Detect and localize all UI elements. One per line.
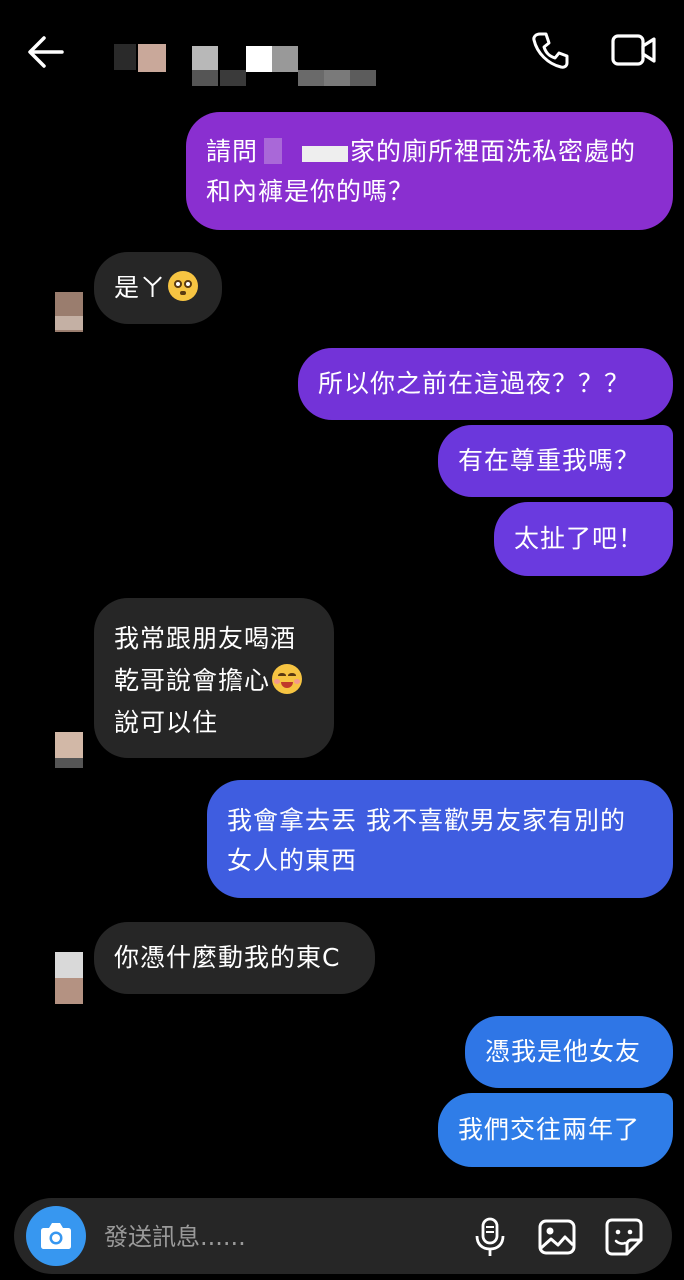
message-bubble-outgoing[interactable]: 有在尊重我嗎？ xyxy=(438,425,673,497)
message-bubble-incoming[interactable]: 我常跟朋友喝酒 乾哥說會擔心 說可以住 xyxy=(94,598,334,758)
message-bubble-outgoing[interactable]: 請問 家的廁所裡面洗私密處的 和內褲是你的嗎？ xyxy=(186,112,673,230)
chat-header xyxy=(0,0,684,100)
message-bubble-outgoing[interactable]: 我們交往兩年了 xyxy=(438,1093,673,1167)
smiling-blushing-face-icon xyxy=(272,664,303,694)
redacted-text xyxy=(264,138,283,164)
camera-button[interactable] xyxy=(26,1206,86,1266)
blurred-pixel xyxy=(192,70,218,86)
blurred-pixel xyxy=(138,44,166,72)
sender-avatar xyxy=(55,978,83,1004)
sticker-button[interactable] xyxy=(602,1216,646,1258)
flushed-face-icon xyxy=(168,271,199,301)
sender-avatar[interactable] xyxy=(55,952,83,978)
message-line: 請問 家的廁所裡面洗私密處的 xyxy=(206,137,637,166)
message-input[interactable] xyxy=(102,1218,446,1256)
sender-avatar[interactable] xyxy=(55,732,83,758)
contact-name[interactable] xyxy=(108,40,388,88)
blurred-pixel xyxy=(246,46,272,72)
blurred-pixel xyxy=(220,70,246,86)
image-icon xyxy=(538,1219,576,1255)
message-composer xyxy=(14,1198,672,1274)
message-line: 我常跟朋友喝酒 xyxy=(114,624,297,653)
message-bubble-incoming[interactable]: 你憑什麼動我的東C xyxy=(94,922,375,994)
microphone-icon xyxy=(475,1217,505,1256)
gallery-button[interactable] xyxy=(536,1216,578,1258)
message-line: 我會拿去丟 我不喜歡男友家有別的 xyxy=(227,806,626,835)
voice-message-button[interactable] xyxy=(470,1216,510,1258)
video-call-button[interactable] xyxy=(608,28,660,72)
blurred-pixel xyxy=(324,70,350,86)
blurred-pixel xyxy=(350,70,376,86)
message-line: 女人的東西 xyxy=(227,846,358,875)
message-bubble-outgoing[interactable]: 憑我是他女友 xyxy=(465,1016,673,1088)
message-bubble-outgoing[interactable]: 太扯了吧！ xyxy=(494,502,673,576)
voice-call-button[interactable] xyxy=(528,28,572,72)
phone-icon xyxy=(532,32,569,69)
blurred-pixel xyxy=(192,46,218,72)
redacted-text xyxy=(302,146,349,162)
blurred-pixel xyxy=(114,44,136,70)
message-line: 乾哥說會擔心 xyxy=(114,660,334,702)
sender-avatar xyxy=(55,758,83,768)
sender-avatar xyxy=(55,316,83,330)
message-line: 說可以住 xyxy=(114,708,219,737)
arrow-left-icon xyxy=(28,36,64,68)
message-line: 和內褲是你的嗎？ xyxy=(206,177,415,206)
message-bubble-outgoing[interactable]: 我會拿去丟 我不喜歡男友家有別的 女人的東西 xyxy=(207,780,673,898)
sticker-icon xyxy=(605,1218,643,1256)
blurred-pixel xyxy=(298,70,324,86)
message-bubble-outgoing[interactable]: 所以你之前在這過夜？？？ xyxy=(298,348,673,420)
back-button[interactable] xyxy=(22,30,70,74)
message-bubble-incoming[interactable]: 是ㄚ xyxy=(94,252,222,324)
video-camera-icon xyxy=(611,34,656,66)
camera-icon xyxy=(41,1223,71,1249)
blurred-pixel xyxy=(272,46,298,72)
